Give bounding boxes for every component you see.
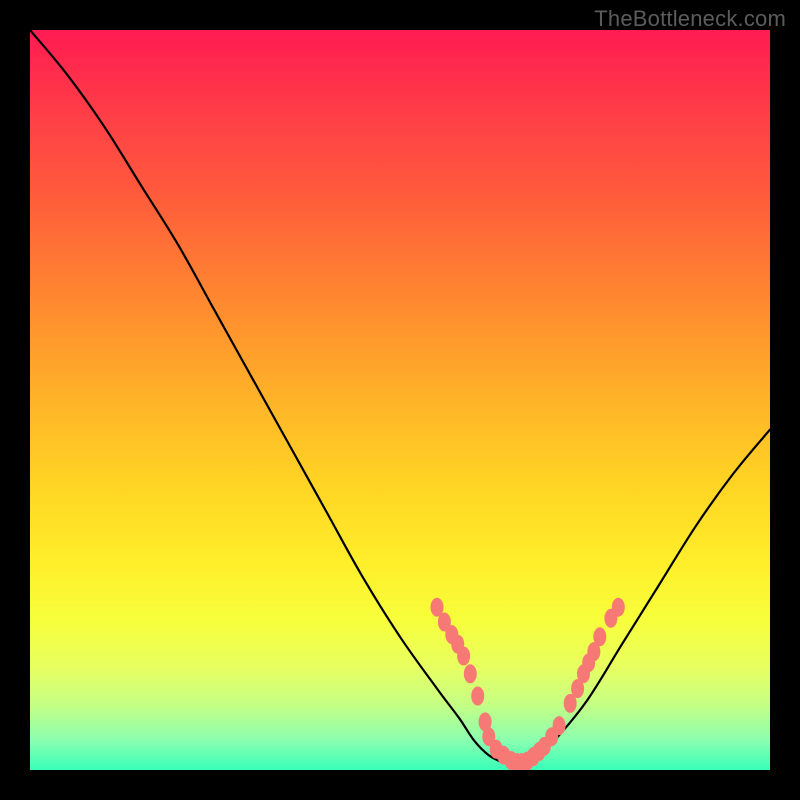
data-marker bbox=[471, 687, 484, 706]
plot-area bbox=[30, 30, 770, 770]
data-marker bbox=[457, 647, 470, 666]
data-marker bbox=[593, 627, 606, 646]
data-marker bbox=[553, 716, 566, 735]
watermark-text: TheBottleneck.com bbox=[594, 6, 786, 32]
bottleneck-curve bbox=[30, 30, 770, 766]
curve-layer bbox=[30, 30, 770, 770]
data-marker bbox=[464, 664, 477, 683]
marker-cluster bbox=[431, 598, 625, 770]
chart-frame: TheBottleneck.com bbox=[0, 0, 800, 800]
data-marker bbox=[612, 598, 625, 617]
